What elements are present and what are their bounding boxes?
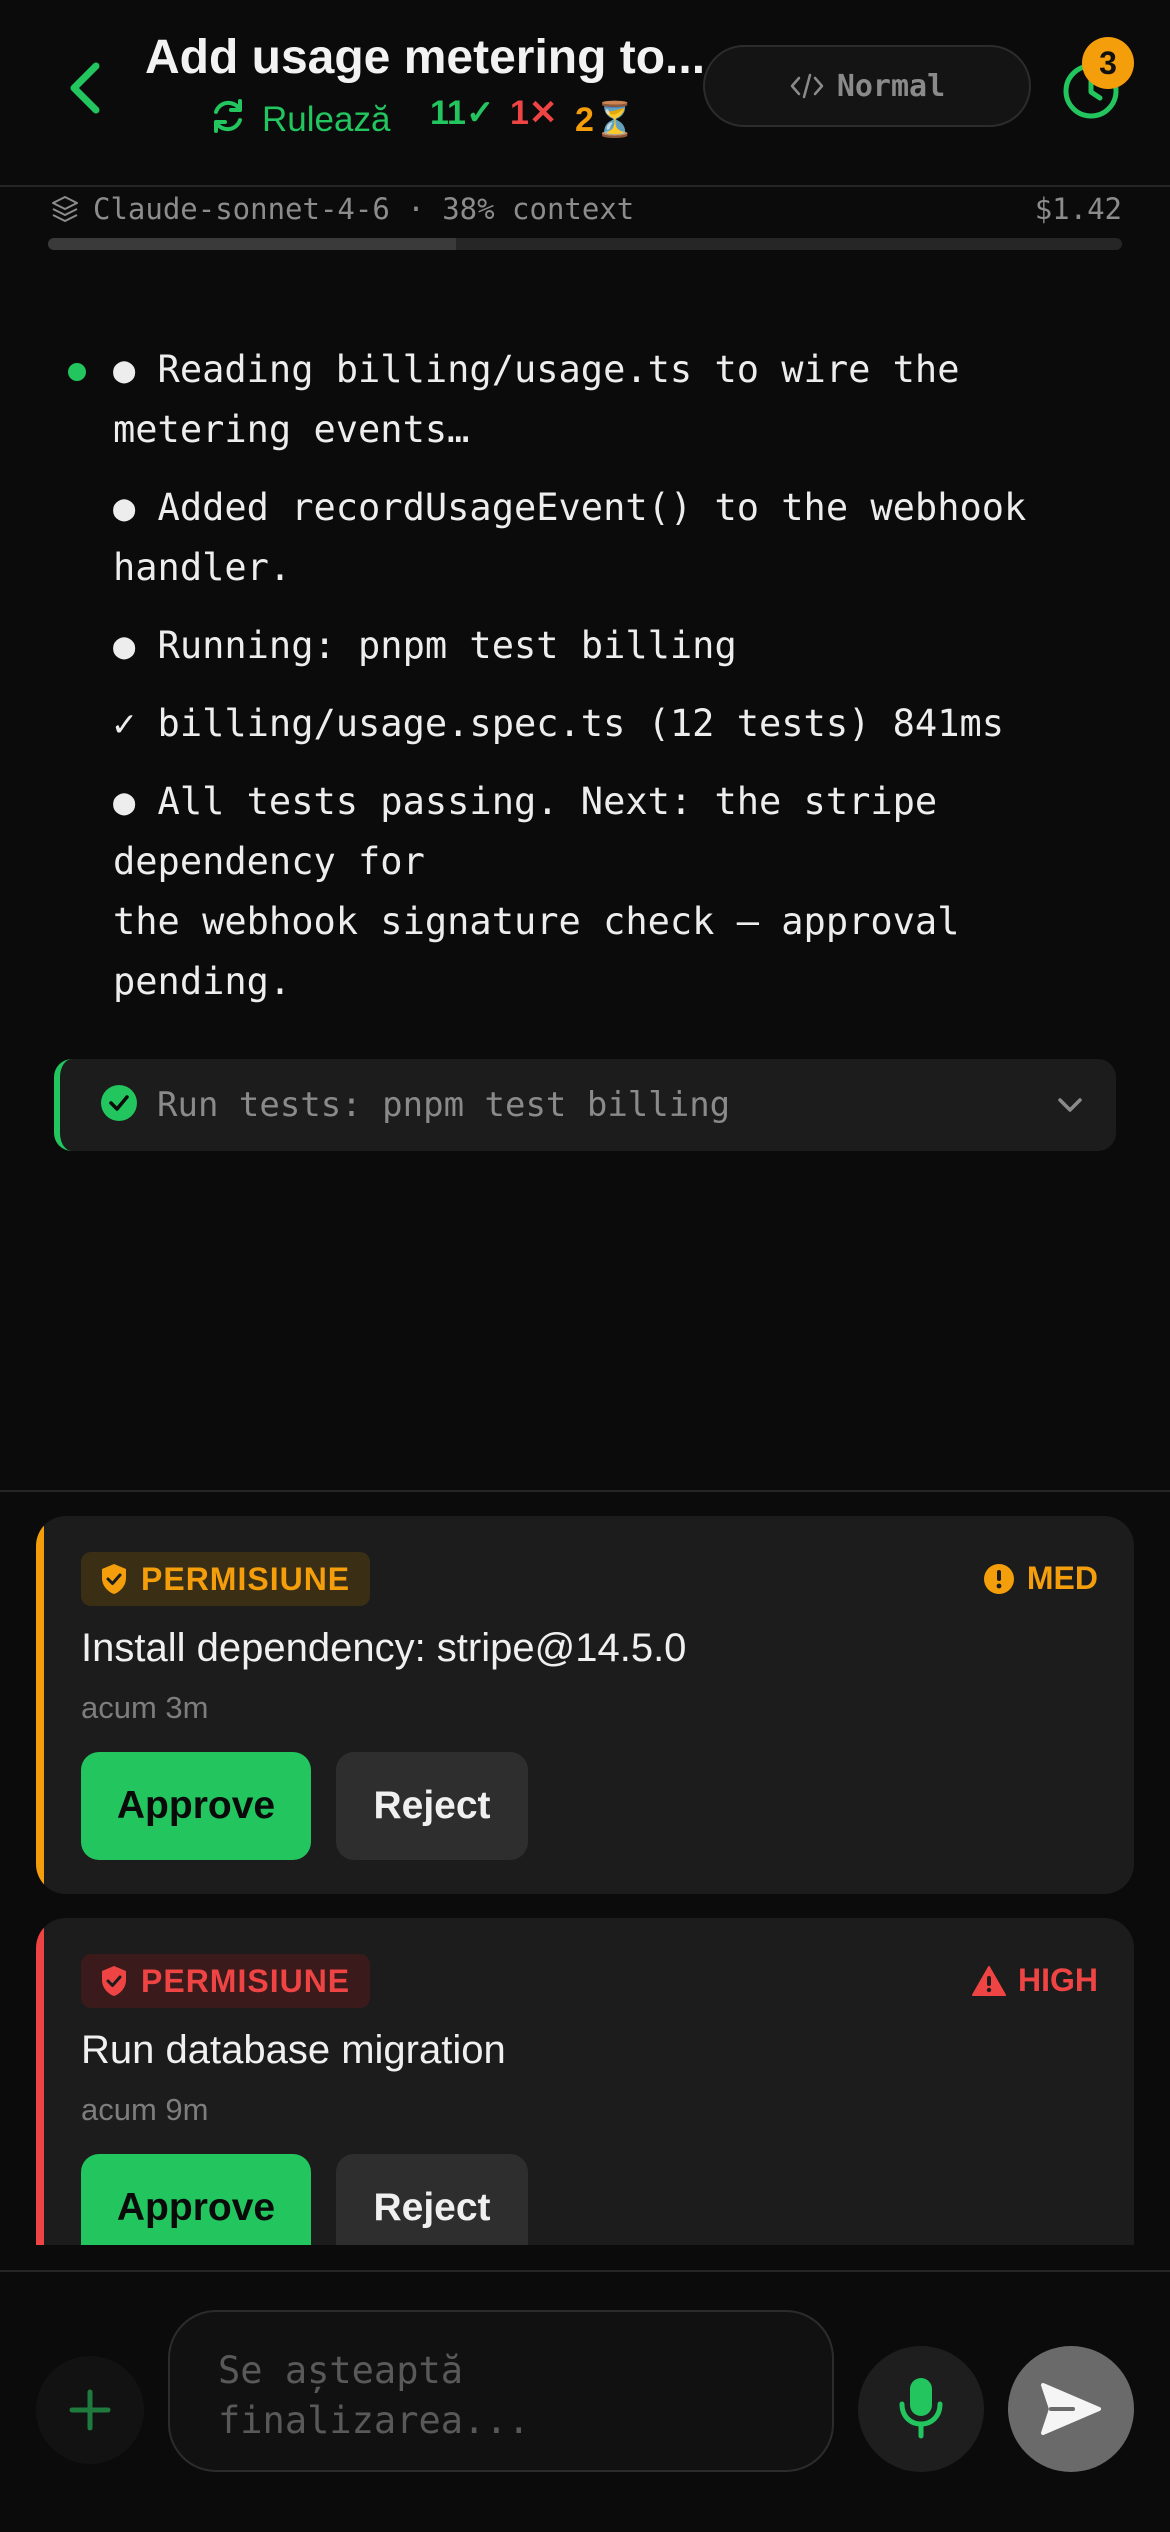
pending-count: 2⏳ (575, 101, 637, 139)
log-line: ● Running: pnpm test billing (113, 624, 737, 667)
send-button[interactable] (1008, 2346, 1134, 2472)
risk-level: HIGH (972, 1962, 1098, 1999)
reject-button[interactable]: Reject (336, 2154, 528, 2245)
approve-button[interactable]: Approve (81, 1752, 311, 1860)
permission-tag-label: PERMISIUNE (141, 1962, 351, 1999)
chevron-left-icon (70, 62, 100, 114)
alert-circle-icon (983, 1563, 1014, 1594)
live-indicator (68, 363, 86, 381)
top-bar: Add usage metering to... Rulează 11✓ 1✕ … (0, 0, 1170, 187)
composer-divider (0, 2270, 1170, 2272)
permission-time: acum 3m (81, 1690, 209, 1725)
layers-icon (50, 194, 80, 224)
model-context-label: Claude-sonnet-4-6 · 38% context (93, 192, 635, 226)
mode-selector[interactable]: Normal (703, 45, 1031, 127)
reject-button[interactable]: Reject (336, 1752, 528, 1860)
approve-button[interactable]: Approve (81, 2154, 311, 2245)
message-input[interactable]: Se așteaptă finalizarea... (168, 2310, 834, 2472)
shield-check-icon (102, 1564, 126, 1594)
check-circle-icon (100, 1084, 138, 1122)
mode-label: Normal (836, 68, 946, 104)
tool-call-label: Run tests: pnpm test billing (157, 1085, 731, 1125)
agent-log: ● Reading billing/usage.ts to wire the m… (113, 340, 1113, 1030)
risk-edge (36, 1516, 44, 1894)
log-line: ● Added recordUsageEvent() to the webhoo… (113, 486, 1049, 589)
permission-tag: PERMISIUNE (81, 1954, 371, 2008)
risk-label: HIGH (1018, 1962, 1098, 1998)
run-status: Rulează (262, 100, 391, 139)
passed-count: 11✓ (430, 94, 495, 132)
chevron-down-icon[interactable] (1052, 1087, 1088, 1123)
risk-level: MED (983, 1560, 1098, 1597)
session-cost: $1.42 (1034, 192, 1122, 226)
log-line: ● Reading billing/usage.ts to wire the m… (113, 348, 982, 451)
permission-card: PERMISIUNE MED Install dependency: strip… (36, 1516, 1134, 1894)
risk-label: MED (1026, 1560, 1098, 1596)
send-icon (1041, 2383, 1101, 2435)
permission-requests: PERMISIUNE MED Install dependency: strip… (0, 1492, 1170, 2245)
plus-icon (69, 2389, 111, 2431)
warning-triangle-icon (972, 1965, 1006, 1996)
context-progress-fill (48, 238, 457, 250)
permission-card: PERMISIUNE HIGH Run database migration a… (36, 1918, 1134, 2245)
sync-icon (208, 96, 248, 136)
risk-edge (36, 1918, 44, 2245)
shield-check-icon (102, 1966, 126, 1996)
history-badge: 3 (1082, 37, 1134, 89)
context-info: Claude-sonnet-4-6 · 38% context $1.42 (48, 188, 1122, 233)
microphone-icon (899, 2378, 943, 2439)
permission-tag: PERMISIUNE (81, 1552, 371, 1606)
microphone-button[interactable] (858, 2346, 984, 2472)
permission-time: acum 9m (81, 2092, 209, 2127)
code-icon (790, 73, 824, 99)
back-button[interactable] (58, 58, 114, 118)
permission-title: Install dependency: stripe@14.5.0 (81, 1626, 687, 1670)
permission-tag-label: PERMISIUNE (141, 1560, 351, 1597)
failed-count: 1✕ (510, 94, 558, 132)
session-title[interactable]: Add usage metering to... (145, 30, 705, 85)
tool-call-card[interactable]: Run tests: pnpm test billing (54, 1059, 1116, 1151)
log-line: ✓ billing/usage.spec.ts (12 tests) 841ms (113, 702, 1005, 745)
log-line: ● All tests passing. Next: the stripe de… (113, 780, 960, 1003)
add-attachment-button[interactable] (36, 2356, 144, 2464)
permission-title: Run database migration (81, 2028, 506, 2072)
context-progress-bar (48, 238, 1122, 250)
